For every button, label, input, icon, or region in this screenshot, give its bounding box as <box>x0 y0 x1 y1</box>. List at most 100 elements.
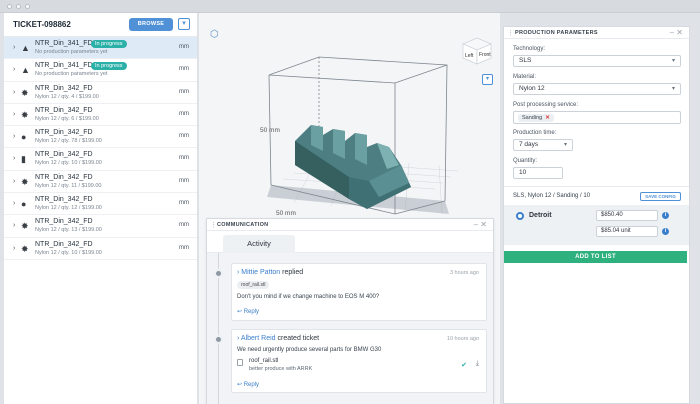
chevron-right-icon[interactable]: › <box>13 178 15 185</box>
tab-activity[interactable]: Activity <box>223 235 295 253</box>
file-name: roof_rail.stl <box>249 358 279 364</box>
production-title: PRODUCTION PARAMETERS <box>515 30 598 36</box>
unit-label[interactable]: mm <box>179 44 189 50</box>
remove-tag-icon[interactable]: ✕ <box>545 115 550 121</box>
part-thumbnail-icon: ▲ <box>21 65 30 76</box>
location-option[interactable]: Detroit $850.40 i $85.04 unit i <box>504 205 689 245</box>
location-radio[interactable] <box>516 212 524 220</box>
author-name[interactable]: Mittie Patton <box>241 269 280 276</box>
configuration-summary: SLS, Nylon 12 / Sanding / 10 <box>513 193 591 199</box>
reply-icon: ↩ <box>237 382 243 388</box>
activity-message: We need urgently produce several parts f… <box>237 347 382 353</box>
total-price-field[interactable]: $850.40 <box>596 210 658 221</box>
part-details: Nylon 12 / qty. 10 / $199.00 <box>35 249 102 256</box>
unit-label[interactable]: mm <box>179 222 189 228</box>
unit-label[interactable]: mm <box>179 155 189 161</box>
unit-label[interactable]: mm <box>179 89 189 95</box>
part-thumbnail-icon: ✸ <box>21 87 29 98</box>
unit-label[interactable]: mm <box>179 111 189 117</box>
minimize-icon[interactable]: – <box>474 220 478 229</box>
unit-label[interactable]: mm <box>179 245 189 251</box>
communication-tabs: Activity <box>207 231 493 253</box>
save-config-button[interactable]: SAVE CONFIG <box>640 192 681 201</box>
chevron-right-icon[interactable]: › <box>13 155 15 162</box>
window-close-dot[interactable] <box>7 4 12 9</box>
drag-handle-icon[interactable]: ⋮ <box>210 221 217 229</box>
chevron-right-icon[interactable]: › <box>13 111 15 118</box>
browse-button[interactable]: BROWSE <box>129 18 173 31</box>
activity-time: 3 hours ago <box>449 270 479 276</box>
part-list-item[interactable]: › ● NTR_Din_342_FD Nylon 12 / qty. 78 / $19… <box>4 126 197 149</box>
part-list-item[interactable]: › ● NTR_Din_342_FD Nylon 12 / qty. 12 / $19… <box>4 193 197 216</box>
unit-price-field[interactable]: $85.04 unit <box>596 226 658 237</box>
part-details: Nylon 12 / qty. 13 / $199.00 <box>35 227 102 234</box>
unit-label[interactable]: mm <box>179 66 189 72</box>
part-list-item[interactable]: › ▲ NTR_Din_341_FD In progress No production… <box>4 59 197 82</box>
quantity-input[interactable]: 10 <box>513 167 563 179</box>
close-icon[interactable]: ✕ <box>676 28 683 37</box>
activity-card: › Mittie Patton replied 3 hours ago roof… <box>231 263 487 321</box>
unit-label[interactable]: mm <box>179 133 189 139</box>
minimize-icon[interactable]: – <box>670 28 674 37</box>
activity-action: created ticket <box>277 335 320 342</box>
part-list: › ▲ NTR_Din_341_FD In progress No production… <box>4 37 197 260</box>
close-icon[interactable]: ✕ <box>480 220 487 229</box>
download-icon[interactable]: ⤓ <box>476 360 479 368</box>
part-details: Nylon 12 / qty. 78 / $199.00 <box>35 138 102 145</box>
reply-link[interactable]: ↩ Reply <box>237 381 259 388</box>
production-time-label: Production time: <box>513 130 557 136</box>
ticket-id: TICKET-098862 <box>13 20 71 29</box>
part-list-item[interactable]: › ▲ NTR_Din_341_FD In progress No production… <box>4 37 197 60</box>
panel-controls[interactable]: – ✕ <box>670 28 683 37</box>
activity-message: Don't you mind if we change machine to E… <box>237 294 380 300</box>
chevron-right-icon[interactable]: › <box>13 89 15 96</box>
production-header: ⋮ PRODUCTION PARAMETERS – ✕ <box>504 27 689 39</box>
add-to-list-button[interactable]: ADD TO LIST <box>504 251 687 263</box>
file-chip[interactable]: roof_rail.stl <box>237 281 270 289</box>
reply-link[interactable]: ↩ Reply <box>237 308 259 315</box>
attached-file[interactable]: roof_rail.stl better produce with ARRK ✔… <box>237 358 481 376</box>
sidebar-dropdown-button[interactable]: ▾ <box>178 18 190 30</box>
material-label: Material: <box>513 74 537 80</box>
drag-handle-icon[interactable]: ⋮ <box>507 29 514 37</box>
production-time-select[interactable]: 7 days ▾ <box>513 139 573 151</box>
file-checkbox[interactable] <box>237 359 243 366</box>
part-list-item[interactable]: › ✸ NTR_Din_342_FD Nylon 12 / qty. 11 / $19… <box>4 171 197 194</box>
chevron-right-icon[interactable]: › <box>13 133 15 140</box>
part-details: Nylon 12 / qty. 4 / $199.00 <box>35 93 99 100</box>
reply-label: Reply <box>243 382 260 388</box>
part-name: NTR_Din_342_FD <box>35 151 93 159</box>
chevron-down-icon: ▾ <box>182 20 186 27</box>
chevron-right-icon[interactable]: › <box>13 245 15 252</box>
author-name[interactable]: Albert Reid <box>241 335 276 342</box>
part-list-item[interactable]: › ✸ NTR_Din_342_FD Nylon 12 / qty. 10 / $19… <box>4 238 197 260</box>
check-icon[interactable]: ✔ <box>461 361 467 369</box>
technology-value: SLS <box>519 57 532 64</box>
unit-label[interactable]: mm <box>179 178 189 184</box>
width-dimension-label: 50 mm <box>276 210 296 217</box>
unit-label[interactable]: mm <box>179 200 189 206</box>
file-note: better produce with ARRK <box>249 366 313 372</box>
technology-select[interactable]: SLS ▾ <box>513 55 681 67</box>
part-list-item[interactable]: › ▮ NTR_Din_342_FD Nylon 12 / qty. 10 / $19… <box>4 148 197 171</box>
part-list-item[interactable]: › ✸ NTR_Din_342_FD Nylon 12 / qty. 4 / $199… <box>4 82 197 104</box>
panel-controls[interactable]: – ✕ <box>474 220 487 229</box>
post-processing-input[interactable]: Sanding ✕ <box>513 111 681 124</box>
chevron-right-icon[interactable]: › <box>13 66 15 73</box>
part-list-item[interactable]: › ✸ NTR_Din_342_FD Nylon 12 / qty. 13 / $19… <box>4 215 197 238</box>
chevron-down-icon: ▾ <box>563 142 567 148</box>
chevron-right-icon[interactable]: › <box>13 44 15 51</box>
part-name: NTR_Din_342_FD <box>35 129 93 137</box>
window-maximize-dot[interactable] <box>25 4 30 9</box>
chevron-right-icon[interactable]: › <box>13 200 15 207</box>
activity-card: › Albert Reid created ticket 10 hours ag… <box>231 329 487 393</box>
info-icon[interactable]: i <box>662 212 669 219</box>
production-time-value: 7 days <box>519 141 539 148</box>
info-icon[interactable]: i <box>662 228 669 235</box>
window-minimize-dot[interactable] <box>16 4 21 9</box>
timeline-dot <box>214 335 223 344</box>
height-dimension-label: 50 mm <box>260 127 280 134</box>
material-select[interactable]: Nylon 12 ▾ <box>513 83 681 95</box>
chevron-right-icon[interactable]: › <box>13 222 15 229</box>
part-list-item[interactable]: › ✸ NTR_Din_342_FD Nylon 12 / qty. 6 / $199… <box>4 104 197 127</box>
